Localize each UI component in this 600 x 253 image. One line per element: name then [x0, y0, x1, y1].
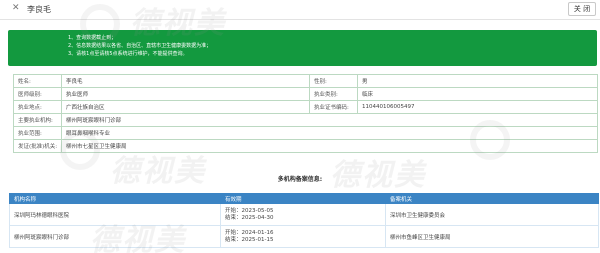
table-row: 执业地点: 广西壮族自治区 执业证书编码: 110440106005497 [13, 100, 598, 114]
table-header-row: 机构名称 有效期 备案机关 [9, 193, 599, 204]
multi-institution-table: 机构名称 有效期 备案机关 深圳阿玛林德眼科医院 开始：2023-05-05 结… [9, 193, 599, 248]
name-label: 姓名: [13, 74, 62, 88]
dialog-title: 李良毛 [27, 5, 51, 14]
scope-value: 眼耳鼻咽喉科专业 [61, 126, 598, 140]
main-institution-label: 主要执业机构: [13, 113, 62, 127]
level-label: 医师级别: [13, 87, 62, 101]
validity-end: 结束：2025-01-15 [225, 236, 274, 243]
close-button[interactable]: 关 闭 [568, 2, 596, 16]
institution-name: 深圳阿玛林德眼科医院 [9, 203, 221, 226]
doctor-info-table: 姓名: 李良毛 性别: 男 医师级别: 执业医师 执业类别: 临床 执业地点: … [13, 74, 598, 153]
gender-label: 性别: [309, 74, 358, 88]
column-header-institution: 机构名称 [9, 193, 221, 204]
dialog-header: ✕ 李良毛 关 闭 [0, 0, 600, 20]
table-row: 发证(批准)机关: 柳州市七星区卫生健康局 [13, 139, 598, 153]
institution-name: 柳州阿斑宸眼科门诊部 [9, 225, 221, 248]
validity-start: 开始：2024-01-16 [225, 229, 274, 236]
name-value: 李良毛 [61, 74, 310, 88]
table-row: 执业范围: 眼耳鼻咽喉科专业 [13, 126, 598, 140]
category-label: 执业类别: [309, 87, 358, 101]
validity-period: 开始：2023-05-05 结束：2025-04-30 [220, 203, 386, 226]
validity-period: 开始：2024-01-16 结束：2025-01-15 [220, 225, 386, 248]
table-row: 柳州阿斑宸眼科门诊部 开始：2024-01-16 结束：2025-01-15 柳… [9, 225, 599, 248]
location-label: 执业地点: [13, 100, 62, 114]
table-row: 主要执业机构: 柳州阿斑宸眼科门诊部 [13, 113, 598, 127]
column-header-authority: 备案机关 [385, 193, 599, 204]
category-value: 临床 [357, 87, 598, 101]
filing-authority: 柳州市鱼峰区卫生健康局 [385, 225, 599, 248]
watermark: 德视美 [330, 158, 426, 193]
column-header-validity: 有效期 [220, 193, 386, 204]
gender-value: 男 [357, 74, 598, 88]
table-row: 深圳阿玛林德眼科医院 开始：2023-05-05 结束：2025-04-30 深… [9, 203, 599, 226]
cert-code-value: 110440106005497 [357, 100, 598, 114]
issuer-value: 柳州市七星区卫生健康局 [61, 139, 598, 153]
notice-line: 3、请核1点至请核5点系统进行维护，不能提供查询。 [68, 51, 188, 57]
filing-authority: 深圳市卫生健康委员会 [385, 203, 599, 226]
table-row: 医师级别: 执业医师 执业类别: 临床 [13, 87, 598, 101]
location-value: 广西壮族自治区 [61, 100, 310, 114]
notice-line: 1、查询数据截止到； [68, 35, 117, 41]
table-row: 姓名: 李良毛 性别: 男 [13, 74, 598, 88]
validity-end: 结束：2025-04-30 [225, 214, 274, 221]
multi-institution-title: 多机构备案信息: [277, 176, 323, 183]
notice-banner: 1、查询数据截止到； 2、信息数据结果以各省、自治区、直辖市卫生健康委数据为准；… [8, 30, 597, 66]
level-value: 执业医师 [61, 87, 310, 101]
issuer-label: 发证(批准)机关: [13, 139, 62, 153]
cert-code-label: 执业证书编码: [309, 100, 358, 114]
scope-label: 执业范围: [13, 126, 62, 140]
main-institution-value: 柳州阿斑宸眼科门诊部 [61, 113, 598, 127]
validity-start: 开始：2023-05-05 [225, 207, 274, 214]
notice-line: 2、信息数据结果以各省、自治区、直辖市卫生健康委数据为准； [68, 43, 212, 49]
close-x-icon[interactable]: ✕ [12, 3, 20, 13]
